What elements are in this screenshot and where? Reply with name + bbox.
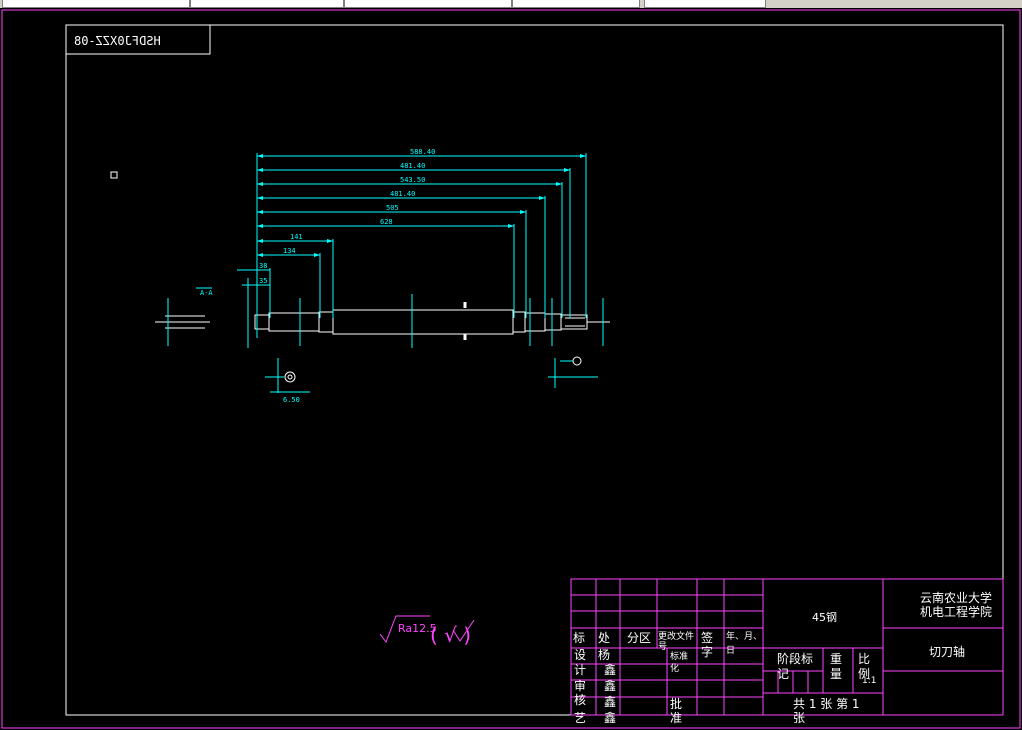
inner-frame: [65, 24, 1004, 716]
drawing-number: HSDFJ0XZZ-08: [74, 34, 161, 48]
toolbar-field-3[interactable]: [344, 0, 512, 8]
weight-label-2: 量: [830, 667, 843, 681]
approve-label-2: 准: [670, 711, 683, 725]
toolbar-field-1[interactable]: [2, 0, 190, 8]
checker-name: 鑫: [604, 679, 617, 693]
dim-text-5: 505: [386, 204, 399, 212]
dim-text-3: 543.50: [400, 176, 426, 184]
rev-zone: 分区: [627, 631, 652, 645]
outer-frame: [1, 9, 1021, 729]
weight-label-1: 重: [830, 652, 843, 666]
dim-text-8: 134: [283, 247, 296, 255]
design-label: 设: [574, 648, 587, 662]
drawing-canvas[interactable]: HSDFJ0XZZ-08 588.40 481.40 543.50 481.40…: [0, 8, 1022, 730]
stage-label-1: 阶段标: [777, 652, 814, 666]
dim-text-4: 481.40: [390, 190, 416, 198]
sheet-count: 共 1 张 第 1: [793, 697, 860, 711]
drawing-svg: [1, 9, 1021, 729]
selection-marker: [110, 171, 118, 179]
scale-label-1: 比: [858, 652, 871, 666]
scale-value: 1:1: [862, 676, 877, 686]
process-name: 鑫: [604, 695, 617, 709]
dim-text-7: 141: [290, 233, 303, 241]
part-name: 切刀轴: [929, 645, 966, 659]
rev-sign-2: 字: [701, 645, 714, 659]
check-label-2: 核: [574, 693, 587, 707]
school-name-line2: 机电工程学院: [920, 605, 993, 619]
dim-text-9: 38: [259, 262, 268, 270]
dimension-lines: [167, 153, 604, 393]
rev-count: 处: [598, 631, 611, 645]
approve-label: 批: [670, 697, 683, 711]
material-label: 45钢: [812, 611, 837, 624]
rev-docno: 更改文件: [658, 632, 695, 642]
rev-docno-2: 号: [658, 642, 668, 652]
rev-mark: 标: [573, 631, 586, 645]
std-label: 标准: [670, 652, 689, 662]
toolbar-field-5[interactable]: [644, 0, 766, 8]
dim-text-6: 628: [380, 218, 393, 226]
process-name-2: 鑫: [604, 711, 617, 725]
section-label: A-A: [200, 289, 213, 297]
rev-sign: 签: [701, 631, 714, 645]
dim-text-2: 481.40: [400, 162, 426, 170]
toolbar-field-4[interactable]: [512, 0, 640, 8]
shaft-geometry: [155, 302, 610, 383]
check-label: 审: [574, 679, 587, 693]
school-name-line1: 云南农业大学: [920, 591, 993, 605]
dim-text-10: 35: [259, 277, 268, 285]
designer-name: 杨: [598, 648, 611, 662]
dim-text-11: 6.50: [283, 396, 300, 404]
designer-name-2: 鑫: [604, 663, 617, 677]
rev-date: 年、月、: [726, 632, 763, 642]
toolbar-field-2[interactable]: [190, 0, 344, 8]
design-label-2: 计: [574, 663, 587, 677]
process-label: 艺: [574, 711, 587, 725]
std-label-2: 化: [670, 664, 680, 674]
dim-text-1: 588.40: [410, 148, 436, 156]
sheet-count-2: 张: [793, 711, 806, 725]
stage-label-2: 记: [777, 667, 790, 681]
rev-date-2: 日: [726, 646, 736, 656]
surface-finish-paren: ( √ ): [430, 623, 472, 647]
